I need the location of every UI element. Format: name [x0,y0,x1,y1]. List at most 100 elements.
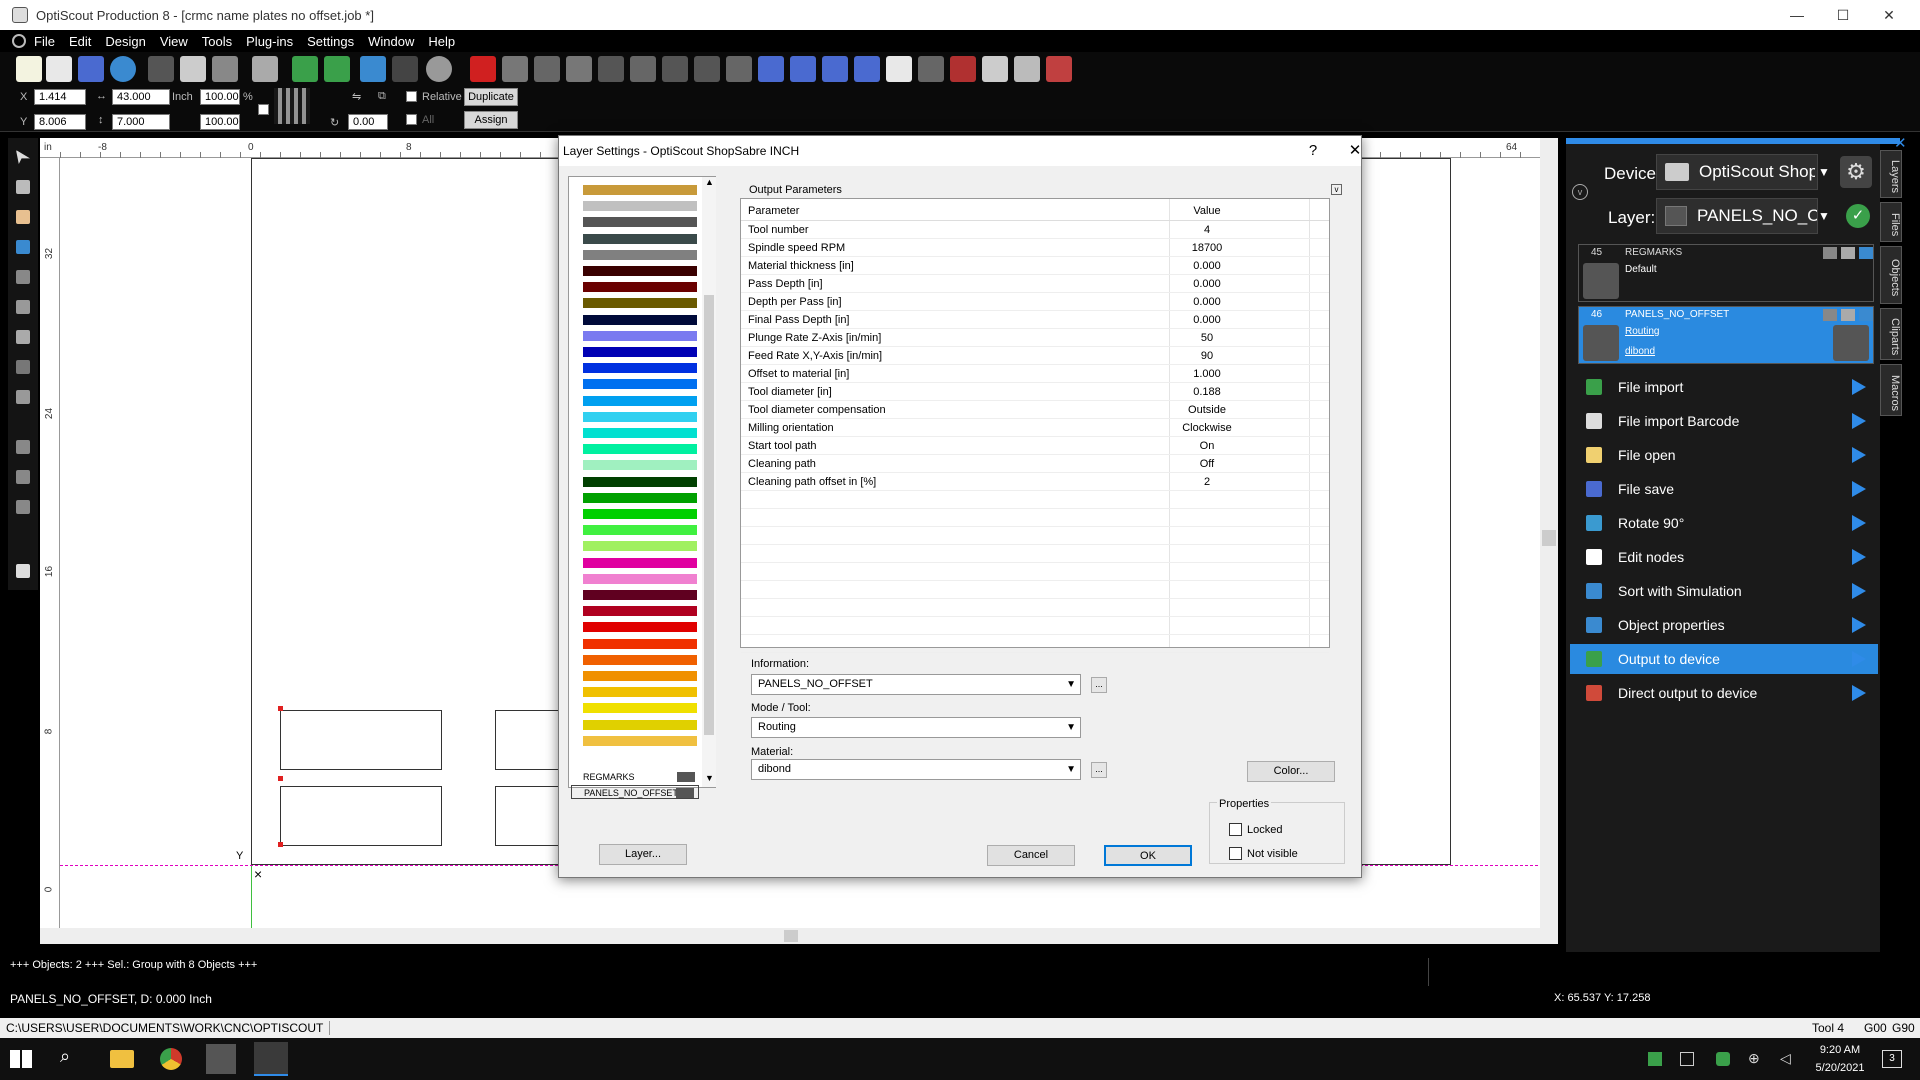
parameter-value[interactable]: 0.000 [1171,296,1243,308]
parameter-value[interactable]: On [1171,440,1243,452]
device-select[interactable]: OptiScout Shop! [1656,154,1818,190]
layer-color-swatch[interactable] [583,395,697,406]
layer-color-swatch[interactable] [583,298,697,309]
line-tool-icon[interactable] [12,356,34,378]
clock-date[interactable]: 5/20/2021 [1810,1062,1870,1074]
layer-row-panels-no-offset[interactable]: 46 PANELS_NO_OFFSET Routing dibond [1578,306,1874,364]
layer-color-swatch[interactable] [583,541,697,552]
frame-icon[interactable] [886,56,912,82]
crosshair-tool-icon[interactable] [12,436,34,458]
parameter-value[interactable]: 0.000 [1171,314,1243,326]
proportional-checkbox[interactable] [258,104,269,115]
parameter-value[interactable]: 18700 [1171,242,1243,254]
macro-item[interactable]: File import Barcode [1570,406,1878,436]
notification-icon[interactable]: 3 [1882,1050,1902,1068]
layer-color-swatch[interactable] [583,476,697,487]
scroll-up-icon[interactable]: ▲ [705,177,714,187]
menu-edit[interactable]: Edit [69,34,91,49]
parameter-value[interactable]: 2 [1171,476,1243,488]
layer-color-swatch[interactable] [583,217,697,228]
parameter-row[interactable]: Material thickness [in] 0.000 [741,257,1329,275]
macro-item[interactable]: Sort with Simulation [1570,576,1878,606]
search-icon[interactable]: ⌕ [60,1046,86,1072]
horizontal-scroll-thumb[interactable] [784,930,798,942]
print-layer-icon[interactable] [1859,247,1873,259]
parameter-row[interactable]: Plunge Rate Z-Axis [in/min] 50 [741,329,1329,347]
save-icon[interactable] [78,56,104,82]
minimize-button[interactable]: — [1774,0,1820,30]
layer-color-swatch[interactable] [583,687,697,698]
parameter-value[interactable]: 50 [1171,332,1243,344]
layer-color-swatch[interactable] [583,363,697,374]
optiscout-active-taskbar-icon[interactable] [254,1042,288,1076]
parameter-row[interactable]: Pass Depth [in] 0.000 [741,275,1329,293]
parameter-row[interactable]: Cleaning path Off [741,455,1329,473]
macro-run-arrow-icon[interactable] [1852,481,1866,497]
output-icon[interactable] [1046,56,1072,82]
macro-item[interactable]: File import [1570,372,1878,402]
tab-objects[interactable]: Objects [1880,246,1902,304]
refresh-icon[interactable] [502,56,528,82]
layer-button[interactable]: Layer... [599,844,687,865]
information-field[interactable]: PANELS_NO_OFFSET ▼ [751,674,1081,695]
macro-item[interactable]: File save [1570,474,1878,504]
layer-color-swatch[interactable] [583,638,697,649]
text-tool-icon[interactable] [12,386,34,408]
eraser-tool-icon[interactable] [12,326,34,348]
tray-network-app-icon[interactable] [1648,1052,1662,1066]
node-edit-tool-icon[interactable] [12,176,34,198]
undo-icon[interactable] [360,56,386,82]
all-checkbox[interactable] [406,114,417,125]
info-icon[interactable] [110,56,136,82]
locked-checkbox[interactable] [1229,823,1242,836]
parameter-value[interactable]: 1.000 [1171,368,1243,380]
panel-collapse-icon[interactable]: v [1572,184,1588,200]
color-button[interactable]: Color... [1247,761,1335,782]
parameter-row[interactable]: Tool diameter [in] 0.188 [741,383,1329,401]
layer-color-swatch[interactable] [583,233,697,244]
selection-handle[interactable] [278,842,283,847]
layer-color-swatch[interactable] [583,703,697,714]
macro-item[interactable]: Object properties [1570,610,1878,640]
tile-icon[interactable] [950,56,976,82]
export-icon[interactable] [324,56,350,82]
visibility-icon[interactable] [1823,247,1837,259]
shape-tool-icon[interactable] [12,496,34,518]
not-visible-checkbox[interactable] [1229,847,1242,860]
layer-color-swatch[interactable] [583,557,697,568]
assign-button[interactable]: Assign [464,111,518,129]
parameter-value[interactable]: 4 [1171,224,1243,236]
copy-shape-icon[interactable]: ⧉ [378,90,386,103]
macro-run-arrow-icon[interactable] [1852,379,1866,395]
select-tool-icon[interactable] [12,146,34,168]
layer-color-swatch[interactable] [583,266,697,276]
close-button[interactable]: ✕ [1866,0,1912,30]
macro-item[interactable]: Rotate 90° [1570,508,1878,538]
window-icon[interactable] [1014,56,1040,82]
weed-icon[interactable] [598,56,624,82]
settings-gear-icon[interactable]: ⚙ [1840,156,1872,188]
knife-tool-icon[interactable] [12,236,34,258]
layer-color-swatch[interactable] [583,282,697,293]
menu-window[interactable]: Window [368,34,414,49]
parameter-row[interactable]: Start tool path On [741,437,1329,455]
optiscout-taskbar-icon[interactable] [206,1044,236,1074]
print-layer-icon[interactable] [1859,309,1873,321]
layer-color-swatch[interactable] [583,671,697,681]
lock-icon[interactable] [1841,309,1855,321]
layer-color-swatch[interactable] [583,330,697,341]
menu-help[interactable]: Help [428,34,455,49]
menu-design[interactable]: Design [105,34,145,49]
macro-run-arrow-icon[interactable] [1852,515,1866,531]
menu-file[interactable]: File [34,34,55,49]
layer-color-swatch[interactable] [583,492,697,503]
parameter-row[interactable]: Offset to material [in] 1.000 [741,365,1329,383]
layer-chevron-icon[interactable]: ▼ [1818,198,1834,234]
dialog-close-button[interactable]: ✕ [1335,136,1375,166]
macro-run-arrow-icon[interactable] [1852,583,1866,599]
name-plate-shape[interactable] [280,710,442,770]
menu-plugins[interactable]: Plug-ins [246,34,293,49]
redo-icon[interactable] [392,56,418,82]
duplicate-button[interactable]: Duplicate [464,88,518,106]
layer-select[interactable]: PANELS_NO_OFF [1656,198,1818,234]
